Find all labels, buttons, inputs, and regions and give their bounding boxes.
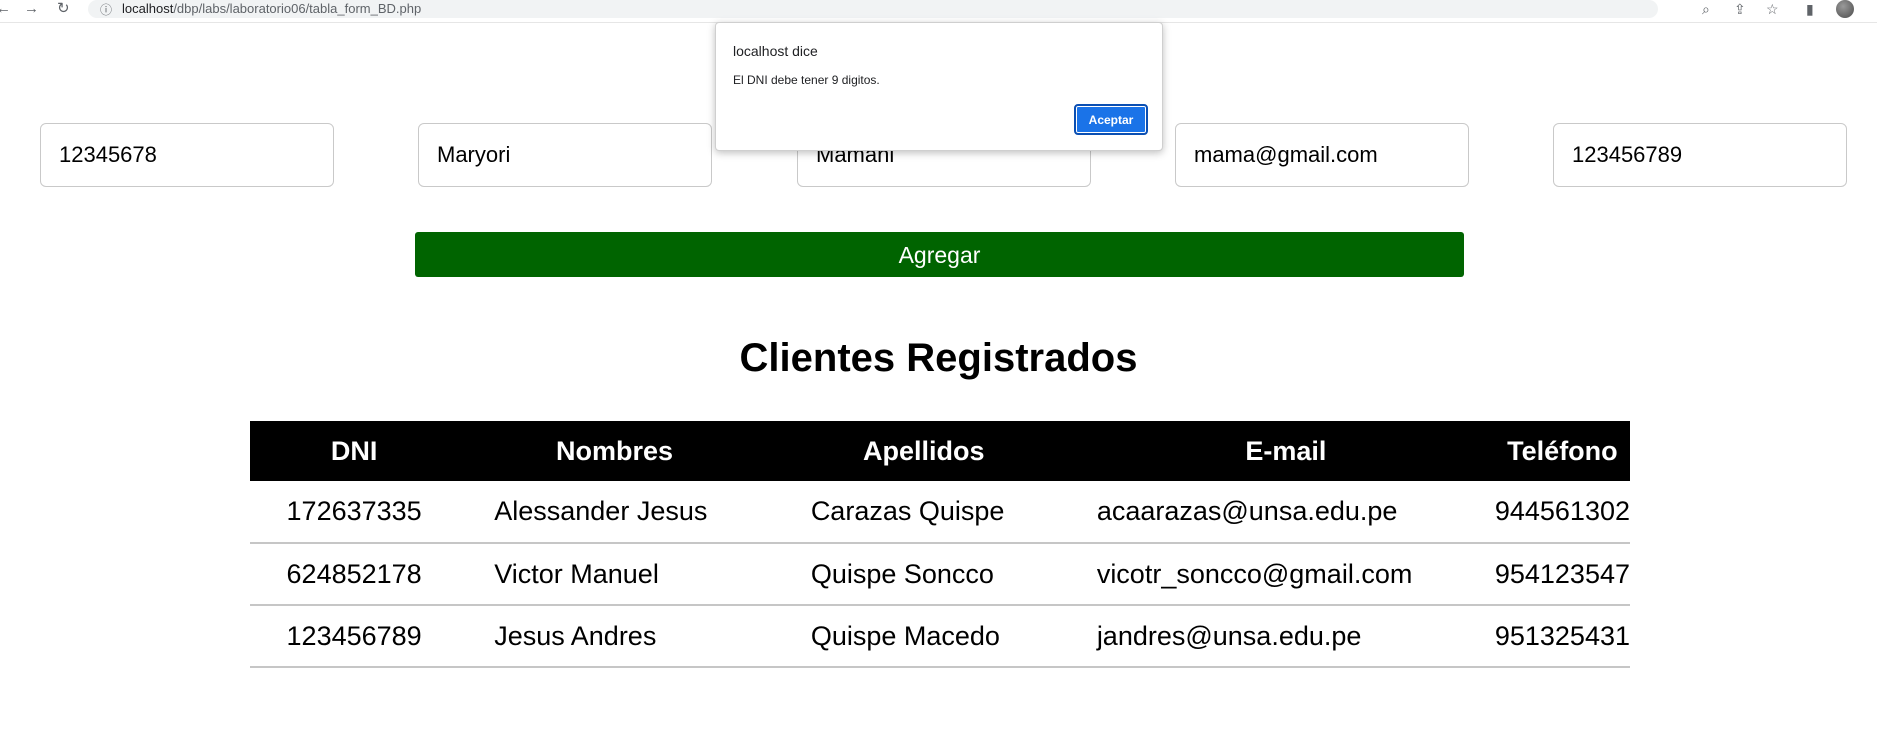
cell-nombres: Alessander Jesus [494,496,708,526]
alert-dialog: localhost dice El DNI debe tener 9 digit… [715,22,1163,151]
agregar-button[interactable]: Agregar [415,232,1464,277]
address-bar[interactable]: ⓘ localhost/dbp/labs/laboratorio06/tabla… [88,0,1658,18]
zoom-icon[interactable]: ⌕ [1702,1,1710,17]
info-icon[interactable]: ⓘ [100,1,112,18]
bookmark-star-icon[interactable]: ☆ [1766,1,1779,17]
clients-section-title: Clientes Registrados [739,336,1138,380]
column-header-nombres: Nombres [556,435,674,466]
cell-apellidos: Carazas Quispe [810,496,1005,526]
cell-telefono: 944561302 [1494,496,1630,526]
dialog-message: El DNI debe tener 9 digitos. [733,73,880,87]
cell-dni: 172637335 [286,496,422,526]
dni-input[interactable] [40,123,334,187]
cell-telefono: 951325431 [1494,620,1630,651]
cell-dni: 123456789 [286,620,422,651]
column-header-telefono: Teléfono [1507,435,1618,466]
cell-email: jandres@unsa.edu.pe [1096,620,1362,651]
share-icon[interactable]: ⇪ [1734,1,1746,17]
dialog-title: localhost dice [733,43,818,59]
cell-email: acaarazas@unsa.edu.pe [1096,496,1398,526]
table-row: 123456789 Jesus Andres Quispe Macedo jan… [250,605,1630,667]
cell-nombres: Victor Manuel [494,558,659,589]
cell-apellidos: Quispe Macedo [810,620,1000,651]
cell-nombres: Jesus Andres [494,620,657,651]
cell-email: vicotr_soncco@gmail.com [1096,558,1413,589]
forward-icon[interactable]: → [24,1,39,17]
side-panel-icon[interactable]: ▮ [1806,1,1814,17]
telefono-input[interactable] [1553,123,1847,187]
cell-dni: 624852178 [286,558,422,589]
aceptar-button[interactable]: Aceptar [1074,104,1148,135]
table-header-row: DNI Nombres Apellidos E-mail Teléfono [250,421,1630,481]
column-header-dni: DNI [330,435,378,466]
table-row: 172637335 Alessander Jesus Carazas Quisp… [250,481,1630,543]
cell-apellidos: Quispe Soncco [810,558,994,589]
url-text: localhost/dbp/labs/laboratorio06/tabla_f… [122,1,422,16]
reload-icon[interactable]: ↻ [57,1,70,17]
email-input[interactable] [1175,123,1469,187]
nombres-input[interactable] [418,123,712,187]
cell-telefono: 954123547 [1494,558,1630,589]
column-header-apellidos: Apellidos [863,435,985,466]
clients-table: DNI Nombres Apellidos E-mail Teléfono 17… [250,421,1630,668]
back-icon[interactable]: ← [0,1,11,17]
browser-toolbar: ← → ↻ ⓘ localhost/dbp/labs/laboratorio06… [0,0,1877,23]
table-row: 624852178 Victor Manuel Quispe Soncco vi… [250,543,1630,605]
column-header-email: E-mail [1245,435,1327,466]
avatar[interactable] [1836,0,1854,18]
